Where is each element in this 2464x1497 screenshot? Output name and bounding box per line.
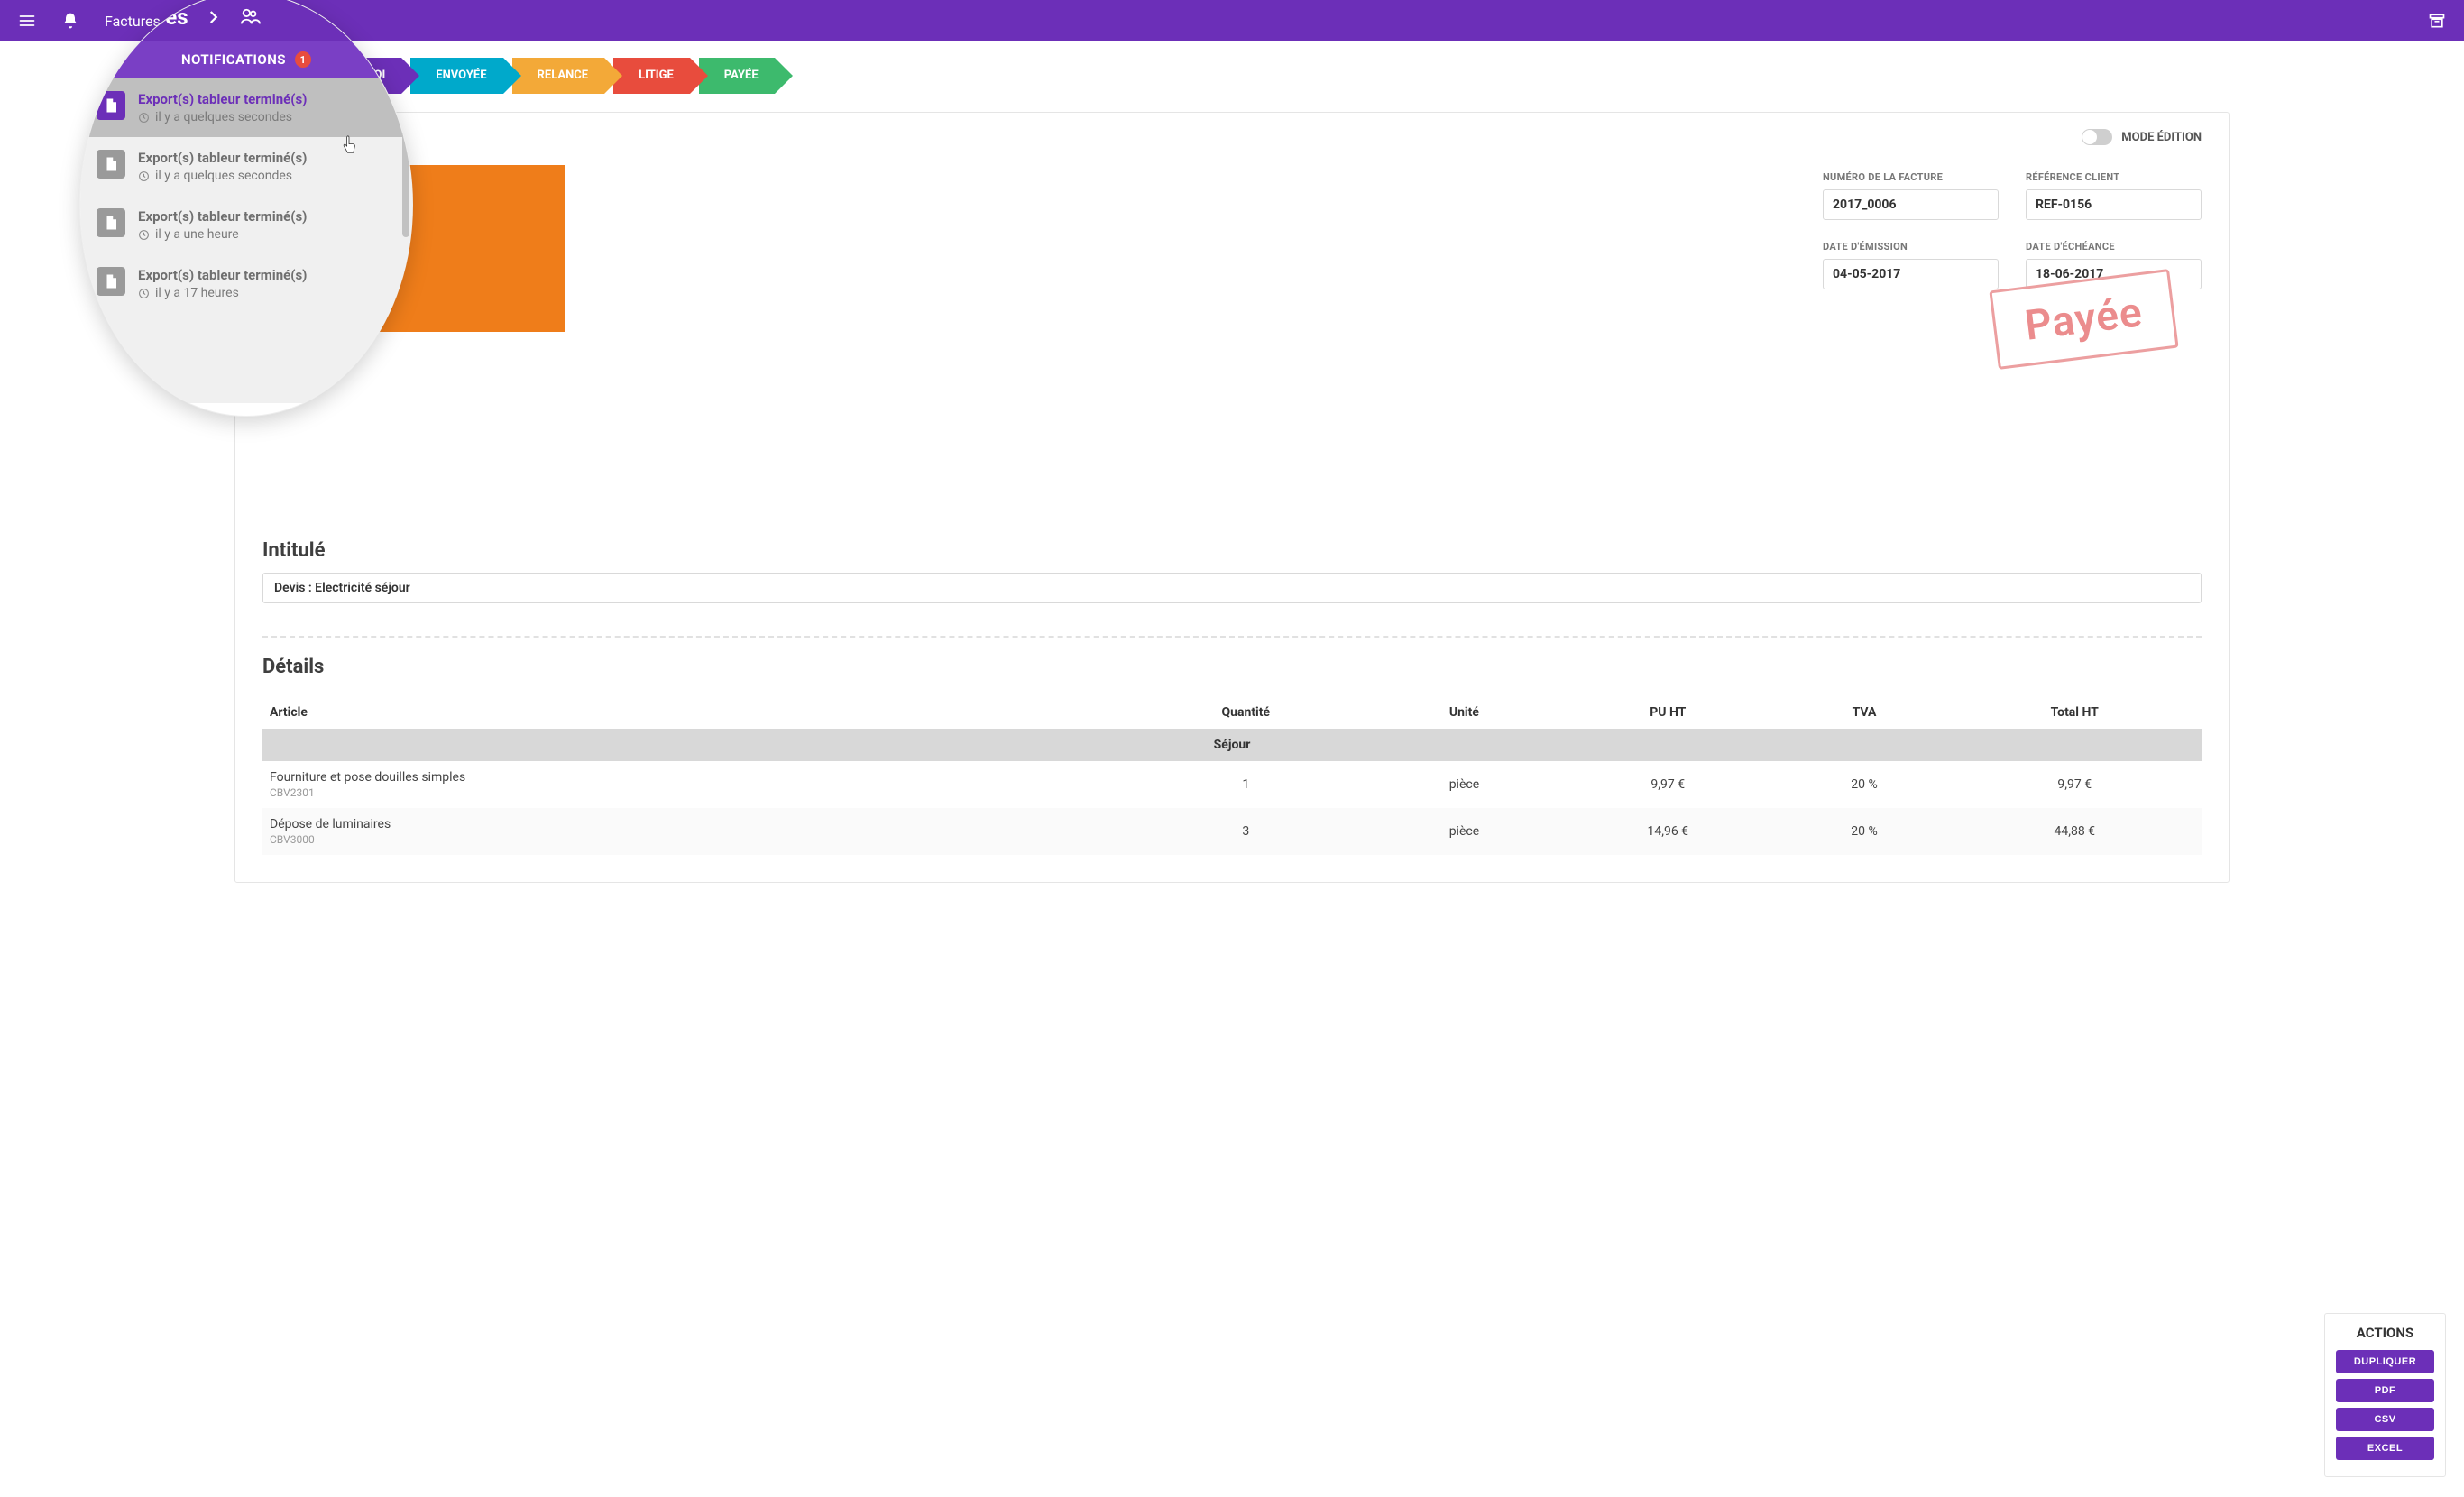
invoice-number-input[interactable]: 2017_0006: [1823, 189, 1999, 220]
hamburger-icon[interactable]: [18, 12, 36, 30]
invoice-number-label: NUMÉRO DE LA FACTURE: [1823, 171, 1943, 183]
col-article: Article: [262, 696, 1118, 729]
spreadsheet-icon: [97, 267, 125, 296]
notifications-title: NOTIFICATIONS 1: [80, 41, 412, 78]
notification-title: Export(s) tableur terminé(s): [138, 208, 307, 225]
line-items-table: Article Quantité Unité PU HT TVA Total H…: [262, 696, 2202, 855]
status-step-envoyee[interactable]: ENVOYÉE: [410, 58, 502, 94]
notification-item[interactable]: Export(s) tableur terminé(s) il y a 17 h…: [80, 254, 412, 313]
status-step-relance[interactable]: RELANCE: [512, 58, 605, 94]
due-date-label: DATE D'ÉCHÉANCE: [2026, 241, 2115, 253]
clock-icon: [138, 229, 150, 241]
item-pu: 9,97 €: [1555, 761, 1781, 808]
col-pu: PU HT: [1555, 696, 1781, 729]
csv-button[interactable]: CSV: [2336, 1408, 2434, 1431]
item-pu: 14,96 €: [1555, 808, 1781, 855]
notification-time: il y a 17 heures: [155, 286, 239, 300]
group-row: Séjour: [262, 729, 2202, 761]
client-ref-input[interactable]: REF-0156: [2026, 189, 2202, 220]
actions-panel: ACTIONS DUPLIQUER PDF CSV EXCEL: [2324, 1313, 2446, 1477]
scrollbar[interactable]: [402, 84, 409, 237]
emission-date-label: DATE D'ÉMISSION: [1823, 241, 1908, 253]
switch-off-icon: [2082, 129, 2112, 145]
divider: [262, 636, 2202, 638]
notification-item[interactable]: Export(s) tableur terminé(s) il y a quel…: [80, 137, 412, 196]
item-tva: 20 %: [1781, 808, 1948, 855]
notifications-list: Export(s) tableur terminé(s) il y a quel…: [80, 78, 412, 403]
bell-icon[interactable]: [61, 12, 79, 30]
col-tva: TVA: [1781, 696, 1948, 729]
item-total: 44,88 €: [1948, 808, 2202, 855]
notification-time: il y a quelques secondes: [155, 169, 292, 183]
item-name: Dépose de luminairesCBV3000: [262, 808, 1118, 855]
notification-time: il y a une heure: [155, 227, 239, 242]
item-unit: pièce: [1374, 808, 1555, 855]
archive-icon[interactable]: [2428, 12, 2446, 30]
item-qty: 1: [1118, 761, 1374, 808]
notification-title: Export(s) tableur terminé(s): [138, 267, 307, 283]
status-step-payee[interactable]: PAYÉE: [699, 58, 775, 94]
item-total: 9,97 €: [1948, 761, 2202, 808]
users-icon: [237, 7, 262, 27]
spreadsheet-icon: [97, 91, 125, 120]
spreadsheet-icon: [97, 150, 125, 179]
item-tva: 20 %: [1781, 761, 1948, 808]
pdf-button[interactable]: PDF: [2336, 1379, 2434, 1402]
notification-item[interactable]: Export(s) tableur terminé(s) il y a quel…: [80, 78, 412, 137]
item-qty: 3: [1118, 808, 1374, 855]
client-ref-label: RÉFÉRENCE CLIENT: [2026, 171, 2119, 183]
spreadsheet-icon: [97, 208, 125, 237]
clock-icon: [138, 288, 150, 299]
page-title: Factures: [105, 13, 161, 30]
status-step-litige[interactable]: LITIGE: [613, 58, 690, 94]
col-unit: Unité: [1374, 696, 1555, 729]
notification-title: Export(s) tableur terminé(s): [138, 150, 307, 166]
item-unit: pièce: [1374, 761, 1555, 808]
notifications-popover: Factures NOTIFICATIONS 1 Export(s) table…: [79, 0, 413, 417]
excel-button[interactable]: EXCEL: [2336, 1437, 2434, 1460]
details-heading: Détails: [262, 656, 2202, 678]
notification-item[interactable]: Export(s) tableur terminé(s) il y a une …: [80, 196, 412, 254]
item-ref: CBV3000: [270, 833, 1111, 846]
col-qty: Quantité: [1118, 696, 1374, 729]
topbar: Factures: [0, 0, 2464, 41]
emission-date-input[interactable]: 04-05-2017: [1823, 259, 1999, 289]
notification-title: Export(s) tableur terminé(s): [138, 91, 307, 107]
chevron-right-icon: [205, 9, 221, 25]
actions-title: ACTIONS: [2336, 1325, 2434, 1341]
clock-icon: [138, 170, 150, 182]
col-total: Total HT: [1948, 696, 2202, 729]
duplicate-button[interactable]: DUPLIQUER: [2336, 1350, 2434, 1373]
mode-edition-label: MODE ÉDITION: [2121, 131, 2202, 144]
intitule-input[interactable]: Devis : Electricité séjour: [262, 573, 2202, 603]
intitule-heading: Intitulé: [262, 539, 2202, 562]
item-ref: CBV2301: [270, 786, 1111, 799]
item-name: Fourniture et pose douilles simplesCBV23…: [262, 761, 1118, 808]
mode-edition-toggle[interactable]: MODE ÉDITION: [2082, 129, 2202, 145]
notifications-badge: 1: [295, 51, 311, 68]
notification-time: il y a quelques secondes: [155, 110, 292, 124]
notifications-title-text: NOTIFICATIONS: [181, 51, 286, 68]
status-ribbon: ATTENTE D'ENVOI ENVOYÉE RELANCE LITIGE P…: [234, 58, 2464, 94]
cursor-pointer-icon: [340, 135, 358, 157]
clock-icon: [138, 112, 150, 124]
invoice-card: e Créer un avoir MODE ÉDITION NUMÉRO DE …: [234, 112, 2230, 883]
